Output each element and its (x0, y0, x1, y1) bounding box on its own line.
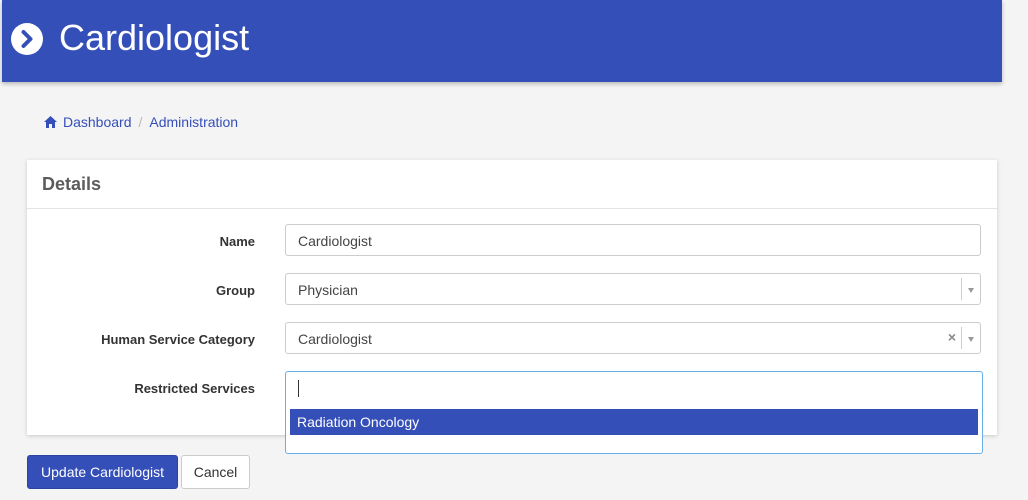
text-caret (298, 380, 299, 397)
restricted-services-select[interactable]: Radiation Oncology (285, 371, 983, 454)
chevron-down-icon (968, 288, 974, 293)
name-field-value: Cardiologist (298, 233, 372, 249)
category-dropdown-toggle[interactable] (961, 327, 980, 349)
group-select-value: Physician (298, 282, 358, 298)
chevron-right-circle-icon[interactable] (11, 23, 43, 55)
category-label: Human Service Category (101, 332, 255, 347)
breadcrumb-dashboard-link[interactable]: Dashboard (63, 113, 132, 131)
breadcrumb-separator: / (138, 114, 143, 130)
clear-icon[interactable]: × (948, 329, 956, 345)
cancel-button[interactable]: Cancel (181, 455, 250, 489)
name-label: Name (219, 234, 255, 249)
dropdown-option-radiation-oncology[interactable]: Radiation Oncology (290, 409, 978, 435)
update-button[interactable]: Update Cardiologist (27, 455, 178, 489)
breadcrumb: Dashboard / Administration (44, 113, 238, 131)
restricted-services-label: Restricted Services (134, 381, 255, 396)
category-select[interactable]: Cardiologist × (285, 322, 981, 354)
chevron-down-icon (968, 337, 974, 342)
name-field[interactable]: Cardiologist (285, 224, 981, 256)
group-select[interactable]: Physician (285, 273, 981, 305)
group-label: Group (216, 283, 255, 298)
restricted-services-search-input[interactable] (286, 372, 982, 406)
category-select-value: Cardiologist (298, 331, 372, 347)
panel-title: Details (27, 160, 997, 209)
breadcrumb-administration-link[interactable]: Administration (149, 113, 238, 131)
home-icon (44, 116, 57, 128)
page-header: Cardiologist (2, 0, 1002, 82)
page-title: Cardiologist (59, 17, 250, 58)
group-dropdown-toggle[interactable] (961, 278, 980, 300)
